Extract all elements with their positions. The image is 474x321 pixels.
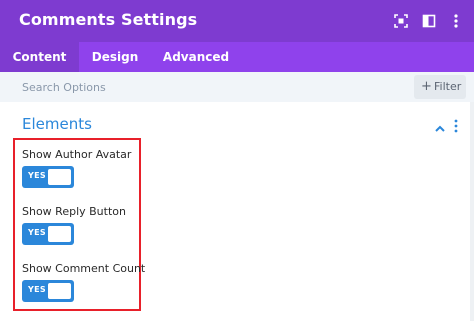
option-label-comment-count: Show Comment Count — [22, 262, 146, 275]
toggle-knob — [48, 169, 71, 185]
search-bar — [0, 72, 474, 102]
toggle-state: YES — [28, 171, 46, 180]
tab-bar: Content Design Advanced — [0, 42, 474, 72]
split-view-icon[interactable] — [421, 13, 437, 29]
option-label-reply-button: Show Reply Button — [22, 205, 126, 218]
search-input[interactable] — [12, 76, 392, 98]
tab-design[interactable]: Design — [79, 42, 151, 72]
plus-icon: + — [421, 79, 432, 94]
toggle-reply-button[interactable]: YES — [22, 223, 74, 245]
section-title[interactable]: Elements — [22, 115, 92, 133]
tab-content[interactable]: Content — [0, 42, 79, 72]
scrollbar-track[interactable] — [470, 102, 474, 321]
tab-advanced[interactable]: Advanced — [151, 42, 241, 72]
toggle-knob — [48, 226, 71, 242]
filter-button[interactable]: + Filter — [414, 75, 466, 99]
modal-title: Comments Settings — [19, 10, 198, 29]
option-label-author-avatar: Show Author Avatar — [22, 148, 132, 161]
modal-header: Comments Settings — [0, 0, 474, 42]
toggle-state: YES — [28, 228, 46, 237]
more-options-icon[interactable] — [448, 13, 464, 29]
filter-label: Filter — [434, 80, 462, 93]
section-more-icon[interactable] — [452, 118, 460, 133]
focus-icon[interactable] — [393, 13, 409, 29]
toggle-state: YES — [28, 285, 46, 294]
toggle-comment-count[interactable]: YES — [22, 280, 74, 302]
chevron-up-icon[interactable] — [434, 119, 446, 132]
toggle-knob — [48, 283, 71, 299]
toggle-author-avatar[interactable]: YES — [22, 166, 74, 188]
